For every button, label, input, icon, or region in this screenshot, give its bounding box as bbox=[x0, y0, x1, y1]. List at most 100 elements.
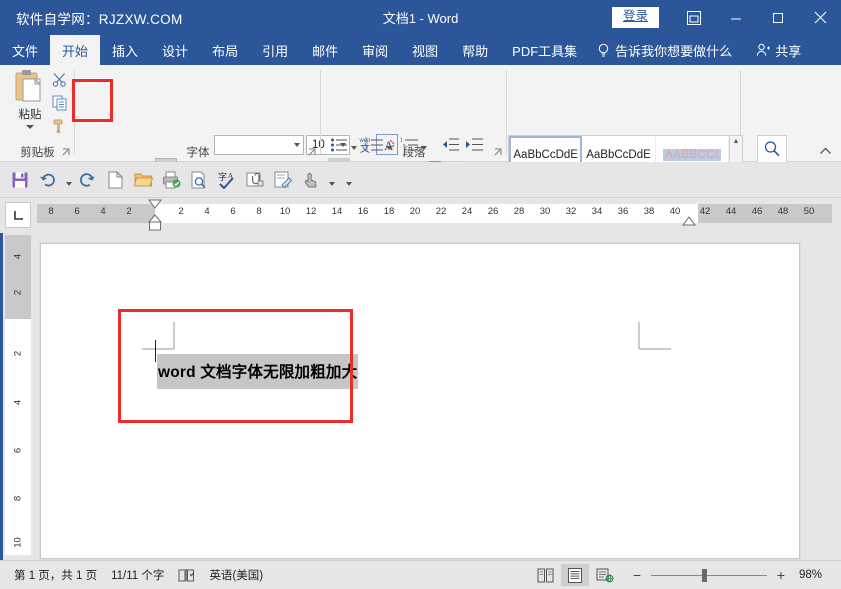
proofing-errors-icon[interactable] bbox=[178, 568, 195, 582]
ruler-number: 8 bbox=[256, 206, 262, 217]
read-mode-icon[interactable] bbox=[531, 564, 559, 586]
paste-button[interactable]: 粘贴 bbox=[8, 69, 52, 141]
ruler-number: 18 bbox=[383, 206, 395, 217]
tab-design[interactable]: 设计 bbox=[150, 35, 200, 65]
ribbon: 粘贴 剪贴板 10 wén 文 A 字体 1 2 3 1 a i 段落 AaBb… bbox=[0, 65, 841, 203]
minimize-icon[interactable] bbox=[715, 0, 757, 35]
vertical-ruler[interactable]: 4 2 2 4 6 8 10 bbox=[5, 235, 31, 555]
vruler-number: 4 bbox=[12, 399, 24, 406]
zoom-level-label[interactable]: 98% bbox=[799, 569, 831, 581]
ruler-number: 46 bbox=[751, 206, 763, 217]
tab-pdf-tools[interactable]: PDF工具集 bbox=[500, 35, 589, 65]
close-icon[interactable] bbox=[799, 0, 841, 35]
document-page[interactable]: word 文档字体无限加粗加大 bbox=[40, 243, 800, 559]
svg-text:字: 字 bbox=[218, 171, 227, 182]
status-page-count[interactable]: 第 1 页，共 1 页 bbox=[14, 567, 97, 583]
share-button[interactable]: 共享 bbox=[744, 35, 813, 65]
tell-me-box[interactable]: 告诉我你想要做什么 bbox=[589, 35, 744, 65]
touch-mode-dropdown-arrow[interactable] bbox=[326, 167, 337, 193]
tab-file[interactable]: 文件 bbox=[0, 35, 50, 65]
tab-view[interactable]: 视图 bbox=[400, 35, 450, 65]
ruler-number: 4 bbox=[100, 206, 106, 217]
word-window: 软件自学网：RJZXW.COM 文档1 - Word 登录 文件 开始 插入 设… bbox=[0, 0, 841, 589]
ruler-number: 42 bbox=[699, 206, 711, 217]
status-word-count[interactable]: 11/11 个字 bbox=[111, 567, 164, 583]
status-bar: 第 1 页，共 1 页 11/11 个字 英语(美国) − + 98% bbox=[0, 560, 841, 589]
tab-layout[interactable]: 布局 bbox=[200, 35, 250, 65]
open-folder-icon[interactable] bbox=[130, 167, 156, 193]
cut-scissors-icon[interactable] bbox=[47, 69, 73, 91]
maximize-icon[interactable] bbox=[757, 0, 799, 35]
paste-label: 粘贴 bbox=[18, 109, 42, 121]
indent-markers[interactable] bbox=[148, 199, 162, 232]
ruler-number: 32 bbox=[565, 206, 577, 217]
tab-stop-selector[interactable] bbox=[5, 202, 31, 228]
web-layout-icon[interactable] bbox=[591, 564, 619, 586]
undo-dropdown-arrow[interactable] bbox=[63, 167, 74, 193]
ruler-number: 14 bbox=[331, 206, 343, 217]
zoom-thumb[interactable] bbox=[702, 568, 707, 582]
quick-access-toolbar: 字A bbox=[0, 162, 841, 198]
ribbon-display-options-icon[interactable] bbox=[673, 0, 715, 35]
sign-in-button[interactable]: 登录 bbox=[611, 7, 659, 28]
ruler-number: 8 bbox=[48, 206, 54, 217]
editing-find-button[interactable] bbox=[757, 135, 787, 163]
tab-help[interactable]: 帮助 bbox=[450, 35, 500, 65]
save-icon[interactable] bbox=[7, 167, 33, 193]
redo-icon[interactable] bbox=[74, 167, 100, 193]
new-document-icon[interactable] bbox=[102, 167, 128, 193]
clipboard-dialog-launcher[interactable] bbox=[62, 148, 72, 158]
zoom-track[interactable] bbox=[651, 568, 767, 582]
ruler-number: 34 bbox=[591, 206, 603, 217]
quick-print-icon[interactable] bbox=[158, 167, 184, 193]
zoom-out-button[interactable]: − bbox=[629, 567, 645, 583]
attach-file-icon[interactable] bbox=[242, 167, 268, 193]
ruler-number: 2 bbox=[126, 206, 132, 217]
format-painter-icon[interactable] bbox=[47, 115, 73, 137]
right-indent-marker[interactable] bbox=[682, 216, 696, 227]
customize-qat-icon[interactable] bbox=[343, 167, 354, 193]
share-person-icon bbox=[756, 43, 771, 57]
copy-icon[interactable] bbox=[47, 92, 73, 114]
paste-dropdown-arrow[interactable] bbox=[26, 125, 34, 129]
title-bar-controls: 登录 bbox=[611, 0, 841, 35]
ribbon-group-font: 10 wén文 A B U abc X2 X2 A bbox=[75, 65, 398, 203]
ruler-number: 22 bbox=[435, 206, 447, 217]
ruler-number: 40 bbox=[669, 206, 681, 217]
tab-review[interactable]: 审阅 bbox=[350, 35, 400, 65]
tab-insert[interactable]: 插入 bbox=[100, 35, 150, 65]
tab-references[interactable]: 引用 bbox=[250, 35, 300, 65]
lightbulb-icon bbox=[597, 43, 610, 58]
status-language[interactable]: 英语(美国) bbox=[209, 567, 263, 583]
title-bar: 软件自学网：RJZXW.COM 文档1 - Word 登录 bbox=[0, 0, 841, 35]
vruler-number: 2 bbox=[12, 350, 24, 357]
edit-document-icon[interactable] bbox=[270, 167, 296, 193]
ruler-number: 20 bbox=[409, 206, 421, 217]
document-area: 4 2 2 4 6 8 10 word 文档字体无限加粗加大 bbox=[0, 233, 841, 560]
tab-home[interactable]: 开始 bbox=[50, 35, 101, 65]
ribbon-group-paragraph: 123 1ai 段落 bbox=[321, 65, 507, 201]
zoom-slider[interactable]: − + bbox=[629, 567, 789, 583]
magnifier-icon bbox=[764, 141, 780, 157]
ruler-number: 6 bbox=[74, 206, 80, 217]
document-text[interactable]: word 文档字体无限加粗加大 bbox=[157, 354, 359, 389]
touch-mode-icon[interactable] bbox=[298, 167, 324, 193]
gallery-scroll-up-icon[interactable]: ▲ bbox=[733, 138, 740, 145]
print-layout-icon[interactable] bbox=[561, 564, 589, 586]
vruler-number: 6 bbox=[12, 447, 24, 454]
spelling-check-icon[interactable]: 字A bbox=[214, 167, 240, 193]
ruler-number: 6 bbox=[230, 206, 236, 217]
tab-mailings[interactable]: 邮件 bbox=[300, 35, 350, 65]
site-brand-watermark: 软件自学网：RJZXW.COM bbox=[16, 11, 183, 27]
ruler-number: 16 bbox=[357, 206, 369, 217]
ruler-number: 50 bbox=[803, 206, 815, 217]
font-group-label: 字体 bbox=[186, 147, 210, 159]
zoom-in-button[interactable]: + bbox=[773, 567, 789, 583]
paragraph-dialog-launcher[interactable] bbox=[494, 148, 504, 158]
print-preview-icon[interactable] bbox=[186, 167, 212, 193]
undo-icon[interactable] bbox=[35, 167, 61, 193]
paragraph-group-label: 段落 bbox=[402, 147, 426, 159]
font-dialog-launcher[interactable] bbox=[308, 148, 318, 158]
ruler-number: 36 bbox=[617, 206, 629, 217]
collapse-ribbon-icon[interactable] bbox=[817, 144, 833, 158]
